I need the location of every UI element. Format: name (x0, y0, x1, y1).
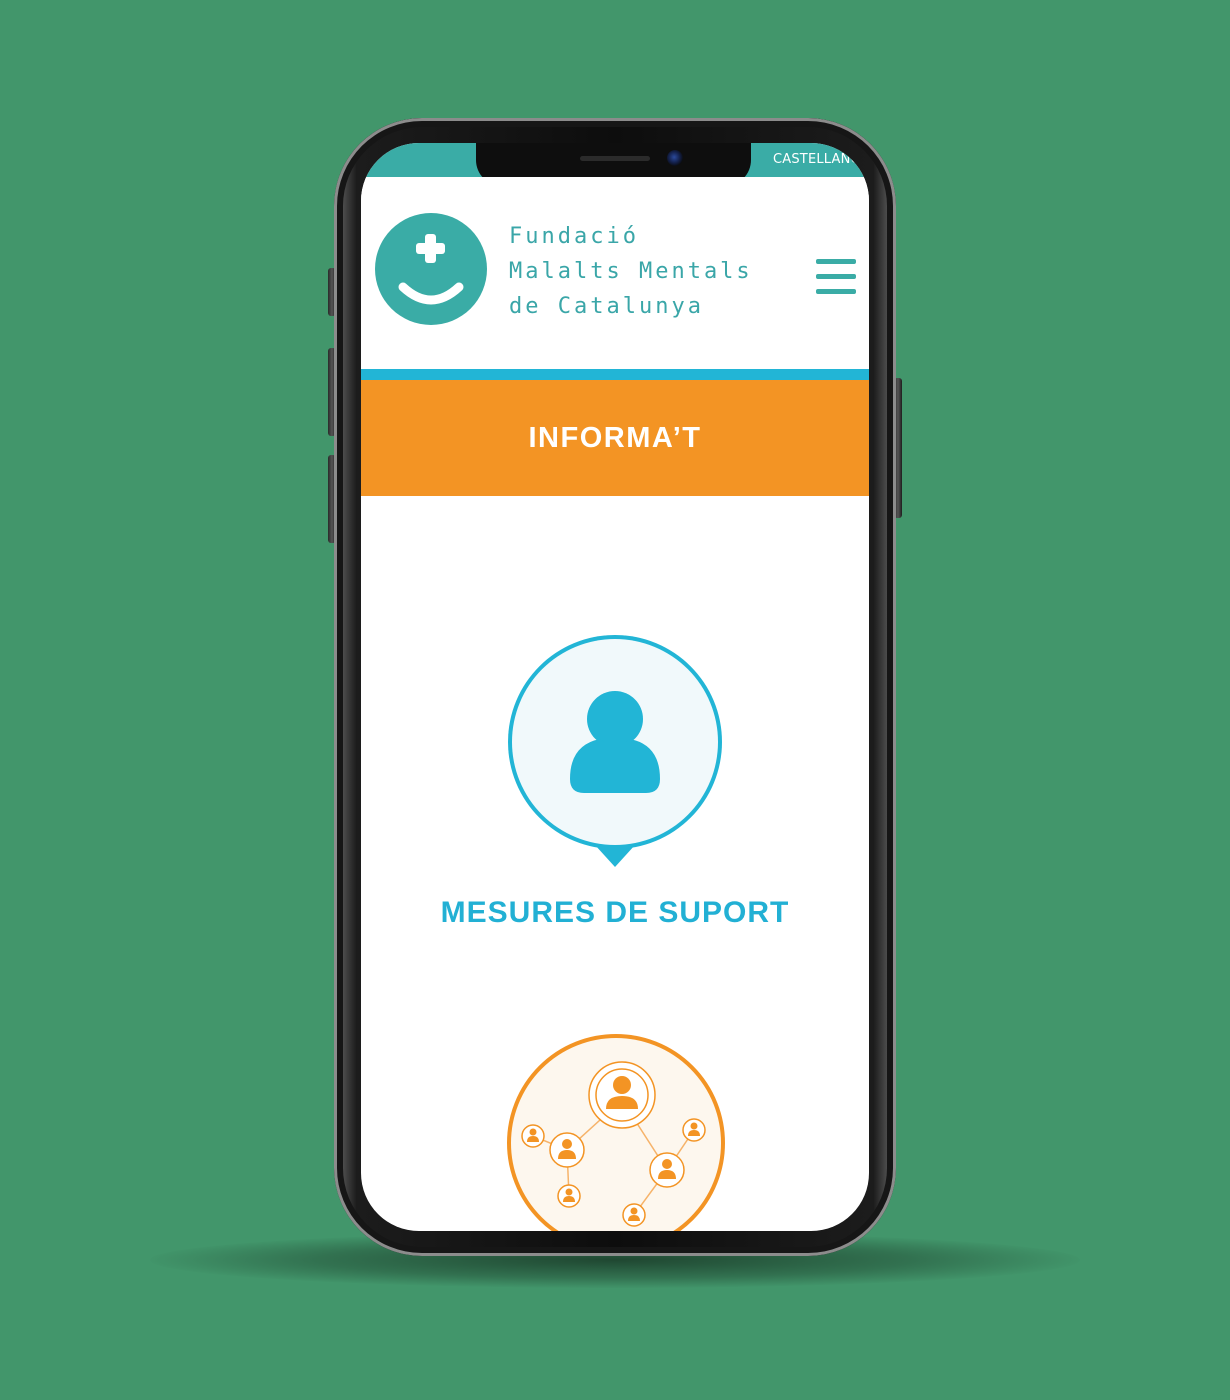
network-people-icon[interactable] (506, 1033, 726, 1231)
phone-screen: CASTELLANO Fundació Malalts Mentals de C… (361, 143, 869, 1231)
language-link[interactable]: CASTELLANO (773, 152, 861, 167)
menu-bar-bottom (816, 289, 856, 294)
organization-name-line-1: Fundació (509, 224, 639, 249)
organization-name[interactable]: Fundació Malalts Mentals de Catalunya (509, 219, 753, 324)
header-divider (361, 369, 869, 380)
phone-speaker (580, 156, 650, 161)
menu-bar-middle (816, 274, 856, 279)
person-icon[interactable] (506, 633, 724, 869)
hamburger-menu-icon[interactable] (816, 259, 856, 297)
camera-icon (667, 150, 683, 166)
smiley-plus-icon[interactable] (375, 213, 487, 325)
menu-bar-top (816, 259, 856, 264)
organization-name-line-2: Malalts Mentals (509, 259, 753, 284)
organization-name-line-3: de Catalunya (509, 294, 704, 319)
section-banner: INFORMA’T (361, 380, 869, 496)
banner-title: INFORMA’T (528, 421, 702, 454)
card-title-mesures-de-suport[interactable]: MESURES DE SUPORT (361, 896, 869, 930)
site-header: Fundació Malalts Mentals de Catalunya (361, 177, 869, 369)
